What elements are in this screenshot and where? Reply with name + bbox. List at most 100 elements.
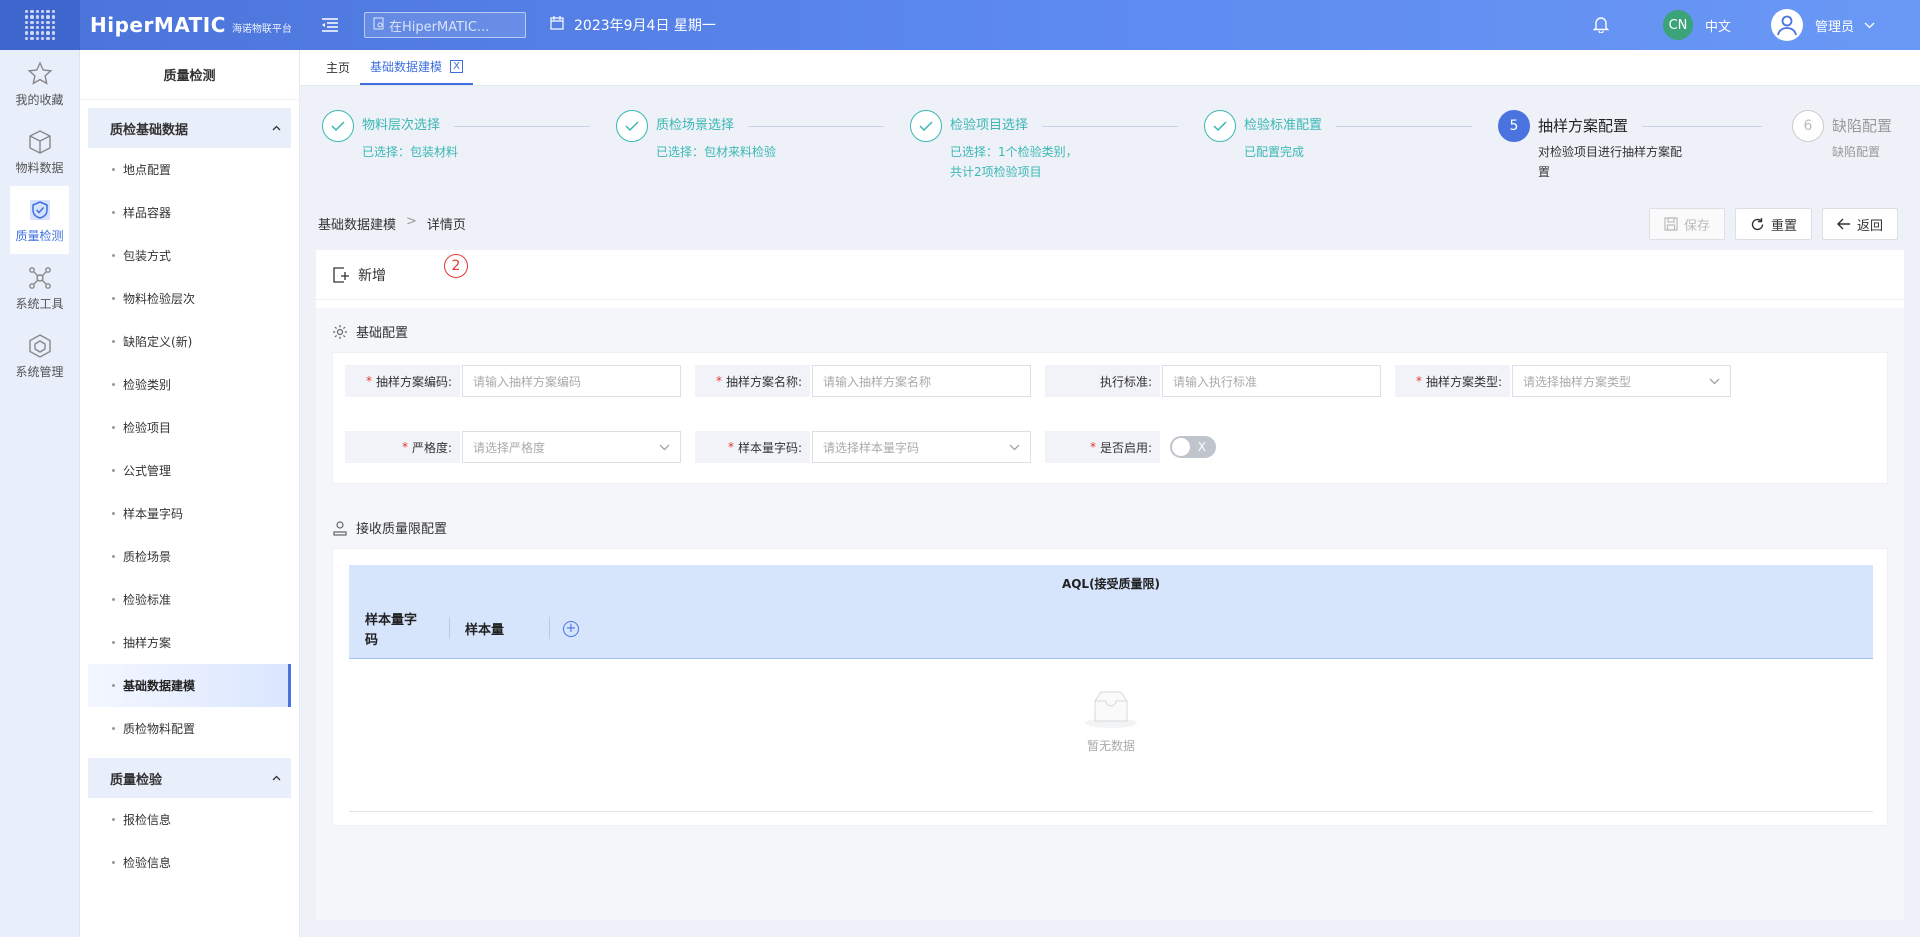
rail-item-system[interactable]: 系统管理	[10, 322, 69, 390]
save-icon	[1664, 217, 1678, 231]
cube-icon	[28, 129, 51, 154]
plan-name-input[interactable]: 请输入抽样方案名称	[812, 365, 1031, 397]
rail-label: 系统管理	[15, 364, 64, 379]
save-button[interactable]: 保存	[1648, 208, 1725, 240]
app-logo[interactable]	[0, 0, 80, 50]
search-input[interactable]: 在HiperMATIC...	[364, 12, 526, 38]
step-title: 检验项目选择	[950, 118, 1029, 133]
tab-data-modeling[interactable]: 基础数据建模 X	[360, 49, 474, 85]
step-2[interactable]: 质检场景选择 已选择：包材来料检验	[616, 110, 885, 162]
field-standard: 执行标准: 请输入执行标准	[1045, 365, 1381, 397]
sample-code-select[interactable]: 请选择样本量字码	[812, 431, 1031, 463]
menu-item-material-level[interactable]: 物料检验层次	[88, 277, 291, 320]
gear-icon	[333, 324, 347, 339]
close-icon[interactable]: X	[450, 59, 464, 73]
rail-item-material[interactable]: 物料数据	[10, 118, 69, 186]
date-display: 2023年9月4日 星期一	[550, 15, 716, 35]
arrow-left-icon	[1836, 218, 1850, 230]
brand: HiperMATIC 海诺物联平台	[90, 13, 300, 37]
add-doc-icon	[333, 266, 349, 283]
basic-config-form: * 抽样方案编码: 请输入抽样方案编码 * 抽样方案名称: 请输入抽样方案名称 执行…	[332, 352, 1888, 484]
breadcrumb-separator: >	[406, 214, 417, 229]
field-label: * 抽样方案名称:	[695, 365, 810, 397]
menu-group-inspection[interactable]: 质量检验	[88, 758, 291, 798]
menu-item-inspection-category[interactable]: 检验类别	[88, 363, 291, 406]
menu-toggle-icon[interactable]	[318, 13, 342, 37]
tab-home[interactable]: 主页	[316, 49, 360, 85]
step-desc: 对检验项目进行抽样方案配置	[1538, 145, 1683, 179]
logo-grid-icon	[25, 10, 55, 40]
rail-item-quality[interactable]: 质量检测	[10, 186, 69, 254]
menu-item-location[interactable]: 地点配置	[88, 148, 291, 191]
plan-type-select[interactable]: 请选择抽样方案类型	[1512, 365, 1731, 397]
menu-group-basic-data[interactable]: 质检基础数据	[88, 108, 291, 148]
submenu-title: 质量检测	[80, 50, 299, 100]
field-label: * 是否启用:	[1045, 431, 1160, 463]
step-5[interactable]: 5 抽样方案配置 对检验项目进行抽样方案配置	[1498, 110, 1763, 182]
chevron-up-icon	[272, 125, 281, 131]
rail-item-favorites[interactable]: 我的收藏	[10, 50, 69, 118]
breadcrumb-current: 详情页	[426, 218, 466, 233]
step-title: 物料层次选择	[362, 118, 441, 133]
breadcrumb-parent[interactable]: 基础数据建模	[318, 214, 396, 233]
user-avatar-icon[interactable]	[1770, 9, 1803, 41]
language-badge[interactable]: CN	[1662, 10, 1693, 40]
step-number: 6	[1792, 110, 1824, 142]
menu-item-sample-container[interactable]: 样品容器	[88, 191, 291, 234]
reset-button[interactable]: 重置	[1734, 208, 1812, 240]
step-6[interactable]: 6 缺陷配置 缺陷配置	[1792, 110, 1892, 162]
empty-text: 暂无数据	[1086, 739, 1135, 753]
step-desc: 已选择：包装材料	[362, 145, 459, 159]
add-button[interactable]: 新增	[316, 250, 1904, 300]
chevron-up-icon	[272, 775, 281, 781]
step-3[interactable]: 检验项目选择 已选择：1个检验类别，共计2项检验项目	[910, 110, 1179, 182]
brand-name: HiperMATIC	[90, 13, 226, 37]
tab-label: 基础数据建模	[370, 59, 443, 74]
aql-header: AQL(接受质量限)	[1061, 577, 1161, 591]
plan-code-input[interactable]: 请输入抽样方案编码	[462, 365, 681, 397]
severity-select[interactable]: 请选择严格度	[462, 431, 681, 463]
user-stamp-icon	[333, 520, 347, 536]
main-card: 新增 2 基础配置 * 抽样方案编码: 请输入抽样方案编码 * 抽样方案名称: 请输…	[316, 250, 1904, 920]
language-label[interactable]: 中文	[1705, 16, 1731, 35]
empty-state: 暂无数据	[333, 689, 1889, 754]
table-header: AQL(接受质量限) 样本量字码 样本量 +	[349, 565, 1873, 659]
step-4[interactable]: 检验标准配置 已配置完成	[1204, 110, 1473, 162]
refresh-icon	[1751, 217, 1764, 230]
check-icon	[910, 110, 942, 142]
menu-item-inspection-info[interactable]: 检验信息	[88, 841, 291, 884]
check-icon	[1204, 110, 1236, 142]
menu-item-data-modeling[interactable]: 基础数据建模	[88, 664, 291, 707]
menu-item-formula[interactable]: 公式管理	[88, 449, 291, 492]
menu-item-sampling-plan[interactable]: 抽样方案	[88, 621, 291, 664]
network-icon	[28, 266, 51, 289]
field-severity: * 严格度: 请选择严格度	[345, 431, 681, 463]
aql-table: AQL(接受质量限) 样本量字码 样本量 + 暂无数据	[332, 548, 1888, 826]
chevron-down-icon	[1009, 444, 1020, 450]
enabled-toggle[interactable]: X	[1170, 436, 1216, 458]
menu-item-sample-code[interactable]: 样本量字码	[88, 492, 291, 535]
menu-item-report[interactable]: 报检信息	[88, 798, 291, 841]
menu-item-defect-definition[interactable]: 缺陷定义(新)	[88, 320, 291, 363]
step-1[interactable]: 物料层次选择 已选择：包装材料	[322, 110, 591, 162]
back-button[interactable]: 返回	[1821, 208, 1898, 240]
user-name[interactable]: 管理员	[1815, 16, 1854, 35]
calendar-icon	[550, 16, 564, 34]
bell-icon[interactable]	[1592, 15, 1613, 35]
rail-item-tools[interactable]: 系统工具	[10, 254, 69, 322]
standard-input[interactable]: 请输入执行标准	[1162, 365, 1381, 397]
menu-item-scene[interactable]: 质检场景	[88, 535, 291, 578]
menu-item-material-config[interactable]: 质检物料配置	[88, 707, 291, 750]
add-column-icon[interactable]: +	[563, 621, 579, 637]
step-title: 抽样方案配置	[1538, 117, 1629, 135]
menu-item-inspection-item[interactable]: 检验项目	[88, 406, 291, 449]
chevron-down-icon[interactable]	[1864, 18, 1875, 33]
wizard-steps: 物料层次选择 已选择：包装材料 质检场景选择 已选择：包材来料检验 检验项目选择…	[322, 110, 1902, 210]
aql-config-title: 接收质量限配置	[332, 518, 447, 537]
toggle-knob	[1172, 438, 1190, 456]
field-label: * 样本量字码:	[695, 431, 810, 463]
section-label: 基础配置	[356, 326, 409, 341]
chevron-down-icon	[659, 444, 670, 450]
menu-item-standard[interactable]: 检验标准	[88, 578, 291, 621]
menu-item-packaging[interactable]: 包装方式	[88, 234, 291, 277]
